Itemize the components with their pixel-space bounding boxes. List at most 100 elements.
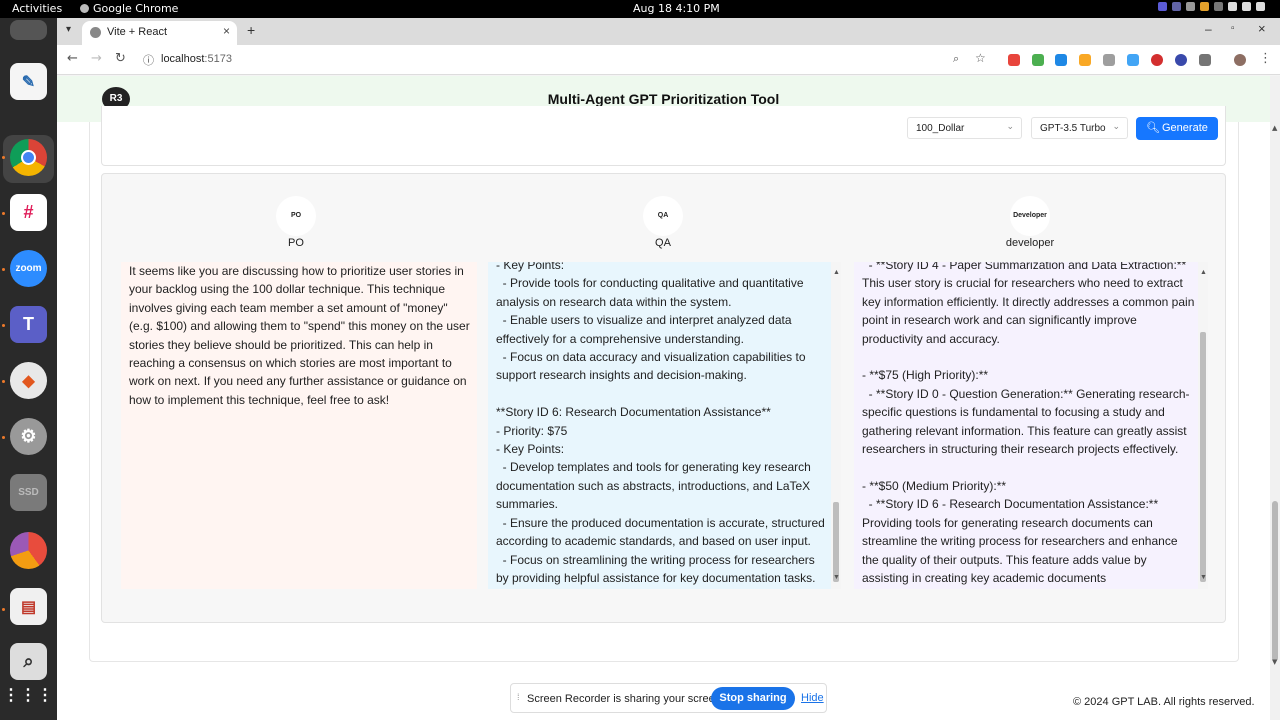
agent-name-po: PO [288, 237, 304, 249]
tray-app-icon[interactable] [1186, 2, 1195, 11]
extension-icon[interactable] [1055, 54, 1067, 66]
new-tab-icon[interactable]: + [247, 22, 255, 38]
page-scrollbar-thumb[interactable] [1272, 501, 1278, 661]
system-tray[interactable] [1158, 2, 1270, 13]
developer-response-text: - **Story ID 4 - Paper Summarization and… [862, 262, 1195, 585]
agent-avatar-developer: Developer [1010, 196, 1050, 236]
camera-extension-icon[interactable] [1103, 54, 1115, 66]
scroll-down-icon[interactable]: ▼ [1272, 658, 1277, 666]
po-response-panel[interactable]: It seems like you are discussing how to … [121, 262, 477, 589]
scrollbar-thumb[interactable] [1200, 332, 1206, 582]
technique-select[interactable]: 100_Dollar ⌄ [907, 117, 1022, 139]
browser-toolbar: ← → ↻ ⓘ localhost:5173 ⌕ ☆ ⋮ [57, 45, 1280, 75]
scroll-up-icon[interactable]: ▲ [1272, 124, 1277, 132]
model-select[interactable]: GPT-3.5 Turbo ⌄ [1031, 117, 1128, 139]
minimize-icon[interactable]: – [1205, 22, 1212, 36]
qa-response-panel[interactable]: - Key Points: - Provide tools for conduc… [488, 262, 841, 589]
technique-value: 100_Dollar [916, 123, 965, 134]
agent-avatar-po: PO [276, 196, 316, 236]
hide-sharing-bar-link[interactable]: Hide [801, 692, 824, 704]
search-icon: 🔍︎ [1146, 122, 1160, 134]
document-viewer-icon[interactable]: ▤ [10, 588, 47, 625]
generate-button[interactable]: 🔍︎ Generate [1136, 117, 1218, 140]
show-apps-icon[interactable]: ⋮⋮⋮ [3, 676, 53, 713]
opera-extension-icon[interactable] [1151, 54, 1163, 66]
extension-icon[interactable] [1079, 54, 1091, 66]
app-page: R3 Multi-Agent GPT Prioritization Tool 1… [57, 76, 1270, 720]
scroll-down-icon[interactable]: ▼ [1200, 569, 1207, 587]
developer-panel-scrollbar[interactable]: ▲ ▼ [1198, 262, 1208, 589]
wifi-icon[interactable] [1228, 2, 1237, 11]
scroll-down-icon[interactable]: ▼ [833, 569, 840, 587]
volume-icon[interactable] [1242, 2, 1251, 11]
extension-icon[interactable] [1127, 54, 1139, 66]
url-host: localhost [161, 53, 205, 65]
extension-icon[interactable] [1175, 54, 1187, 66]
running-indicator [2, 156, 5, 159]
forward-icon[interactable]: → [91, 51, 102, 66]
tray-app-icon[interactable] [1158, 2, 1167, 11]
settings-icon[interactable]: ⚙ [10, 418, 47, 455]
ssd-drive-icon[interactable]: SSD [10, 474, 47, 511]
extensions-puzzle-icon[interactable] [1199, 54, 1211, 66]
chrome-icon [80, 4, 89, 13]
maximize-icon[interactable]: ▫ [1231, 23, 1235, 34]
tray-app-icon[interactable] [1214, 2, 1223, 11]
battery-icon[interactable] [1256, 2, 1265, 11]
profile-avatar[interactable] [1234, 54, 1246, 66]
running-indicator [2, 324, 5, 327]
zoom-icon[interactable]: zoom [10, 250, 47, 287]
close-tab-icon[interactable]: × [223, 24, 230, 38]
drag-handle-icon[interactable]: ⁞ [517, 692, 520, 702]
globe-icon [90, 27, 101, 38]
address-bar[interactable]: ⓘ localhost:5173 ⌕ ☆ [135, 49, 986, 72]
close-window-icon[interactable]: × [1258, 21, 1266, 36]
scroll-up-icon[interactable]: ▲ [1200, 264, 1207, 282]
page-scrollbar[interactable]: ▲ ▼ [1270, 76, 1280, 720]
agent-avatar-qa: QA [643, 196, 683, 236]
tray-app-icon[interactable] [1200, 2, 1209, 11]
browser-tab[interactable]: Vite + React × [82, 21, 237, 45]
agent-name-developer: developer [1005, 237, 1055, 249]
search-icon[interactable]: ⌕ [10, 643, 47, 680]
url-port: :5173 [204, 53, 232, 65]
running-indicator [2, 380, 5, 383]
extension-icon[interactable] [1008, 54, 1020, 66]
developer-response-panel[interactable]: - **Story ID 4 - Paper Summarization and… [854, 262, 1208, 589]
scroll-up-icon[interactable]: ▲ [833, 264, 840, 282]
back-icon[interactable]: ← [67, 51, 78, 66]
tab-search-icon[interactable]: ▾ [66, 24, 71, 35]
text-editor-icon[interactable]: ✎ [10, 63, 47, 100]
generate-label: Generate [1162, 122, 1208, 134]
tutanota-icon[interactable]: ◆ [10, 362, 47, 399]
qa-panel-scrollbar[interactable]: ▲ ▼ [831, 262, 841, 589]
page-footer: © 2024 GPT LAB. All rights reserved. [1073, 696, 1255, 708]
zoom-icon[interactable]: ⌕ [953, 52, 959, 66]
site-info-icon[interactable]: ⓘ [143, 52, 154, 68]
slack-icon[interactable]: # [10, 194, 47, 231]
disk-usage-icon[interactable] [10, 532, 47, 569]
chevron-down-icon: ⌄ [1112, 121, 1120, 131]
focused-app-name: Google Chrome [93, 2, 179, 15]
teams-icon[interactable]: T [10, 306, 47, 343]
dock-app-icon[interactable] [10, 20, 47, 40]
sharing-message: Screen Recorder is sharing your screen. [527, 693, 724, 705]
clock[interactable]: Aug 18 4:10 PM [633, 2, 720, 15]
activities-button[interactable]: Activities [12, 2, 62, 15]
browser-menu-icon[interactable]: ⋮ [1259, 51, 1272, 66]
running-indicator [2, 436, 5, 439]
system-top-bar: Activities Google Chrome Aug 18 4:10 PM [0, 0, 1280, 18]
focused-app-menu[interactable]: Google Chrome [80, 2, 178, 15]
page-title: Multi-Agent GPT Prioritization Tool [547, 91, 780, 107]
stop-sharing-button[interactable]: Stop sharing [711, 687, 795, 710]
url-text: localhost:5173 [161, 53, 232, 65]
bookmark-star-icon[interactable]: ☆ [975, 51, 986, 65]
chevron-down-icon: ⌄ [1006, 121, 1014, 131]
browser-tab-strip: ▾ Vite + React × + – ▫ × [57, 18, 1280, 45]
chrome-icon[interactable] [10, 139, 47, 176]
po-response-text: It seems like you are discussing how to … [129, 264, 470, 407]
teams-tray-icon[interactable] [1172, 2, 1181, 11]
running-indicator [2, 268, 5, 271]
reload-icon[interactable]: ↻ [115, 51, 126, 66]
extension-icon[interactable] [1032, 54, 1044, 66]
